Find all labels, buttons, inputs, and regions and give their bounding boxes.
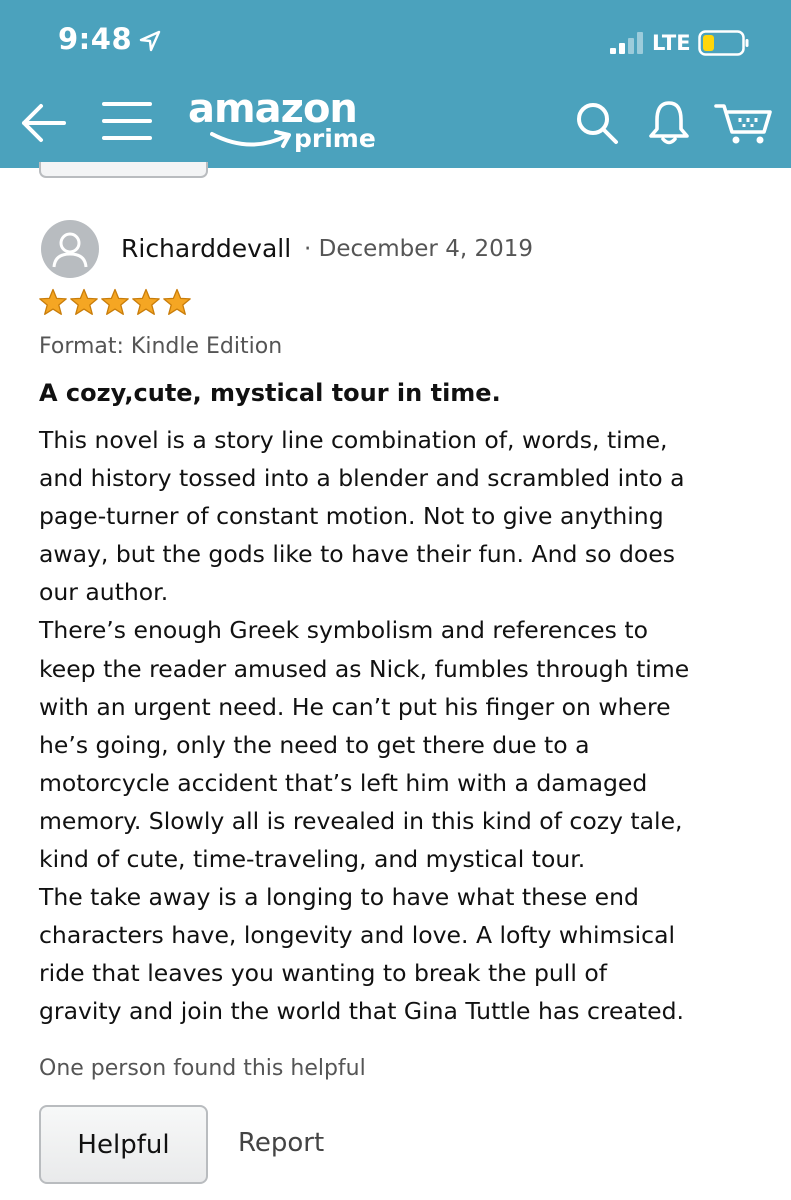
previous-helpful-button[interactable] bbox=[39, 162, 208, 178]
location-arrow-icon bbox=[139, 30, 161, 52]
network-type: LTE bbox=[652, 31, 691, 55]
logo-prime-text: prime bbox=[294, 124, 376, 153]
review-line: and history tossed into a blender and sc… bbox=[39, 464, 685, 493]
helpful-count: One person found this helpful bbox=[39, 1056, 366, 1081]
review-line: This novel is a story line combination o… bbox=[39, 426, 668, 454]
review-body: This novel is a story line combination o… bbox=[39, 421, 779, 1031]
format-label: Format: Kindle Edition bbox=[39, 334, 283, 359]
date-separator: · bbox=[304, 236, 312, 262]
review-line: keep the reader amused as Nick, fumbles … bbox=[39, 654, 690, 683]
review-line: page-turner of constant motion. Not to g… bbox=[39, 502, 664, 531]
status-time: 9:48 bbox=[58, 22, 133, 56]
amazon-prime-logo[interactable]: amazon prime bbox=[188, 86, 384, 158]
star-rating bbox=[38, 288, 192, 316]
bell-icon[interactable] bbox=[646, 98, 692, 146]
star-icon bbox=[39, 288, 67, 315]
review-line: The take away is a longing to have what … bbox=[39, 883, 639, 912]
review-line: characters have, longevity and love. A l… bbox=[39, 921, 676, 950]
review-line: away, but the gods like to have their fu… bbox=[39, 540, 675, 569]
battery-low-icon bbox=[698, 30, 749, 56]
star-icon bbox=[163, 288, 191, 315]
back-arrow-icon[interactable] bbox=[20, 103, 66, 143]
review-line: gravity and join the world that Gina Tut… bbox=[39, 997, 684, 1026]
star-icon bbox=[70, 288, 98, 315]
search-icon[interactable] bbox=[574, 100, 620, 146]
review-line: memory. Slowly all is revealed in this k… bbox=[39, 806, 683, 835]
top-app-bar: 9:48 LTE amazon prime bbox=[0, 0, 791, 168]
review-title: A cozy,cute, mystical tour in time. bbox=[39, 379, 501, 407]
review-date: · December 4, 2019 bbox=[304, 236, 533, 262]
report-link[interactable]: Report bbox=[238, 1128, 324, 1158]
review-line: our author. bbox=[39, 578, 169, 607]
helpful-button[interactable]: Helpful bbox=[39, 1105, 208, 1184]
review-line: he’s going, only the need to get there d… bbox=[39, 730, 590, 759]
review-line: with an urgent need. He can’t put his fi… bbox=[39, 692, 671, 721]
hamburger-menu-icon[interactable] bbox=[102, 100, 152, 142]
avatar bbox=[41, 220, 99, 278]
smile-arrow-icon bbox=[210, 130, 291, 148]
star-icon bbox=[101, 288, 129, 315]
signal-bars-icon bbox=[610, 32, 643, 54]
review-line: kind of cute, time-traveling, and mystic… bbox=[39, 845, 586, 874]
reviewer-name[interactable]: Richarddevall bbox=[121, 234, 291, 263]
date-text: December 4, 2019 bbox=[318, 236, 533, 262]
review-line: motorcycle accident that’s left him with… bbox=[39, 768, 648, 797]
user-avatar-icon bbox=[52, 232, 88, 268]
star-icon bbox=[132, 288, 160, 315]
review-line: ride that leaves you wanting to break th… bbox=[39, 959, 607, 988]
review-line: There’s enough Greek symbolism and refer… bbox=[39, 616, 648, 645]
cart-icon[interactable] bbox=[714, 98, 774, 146]
